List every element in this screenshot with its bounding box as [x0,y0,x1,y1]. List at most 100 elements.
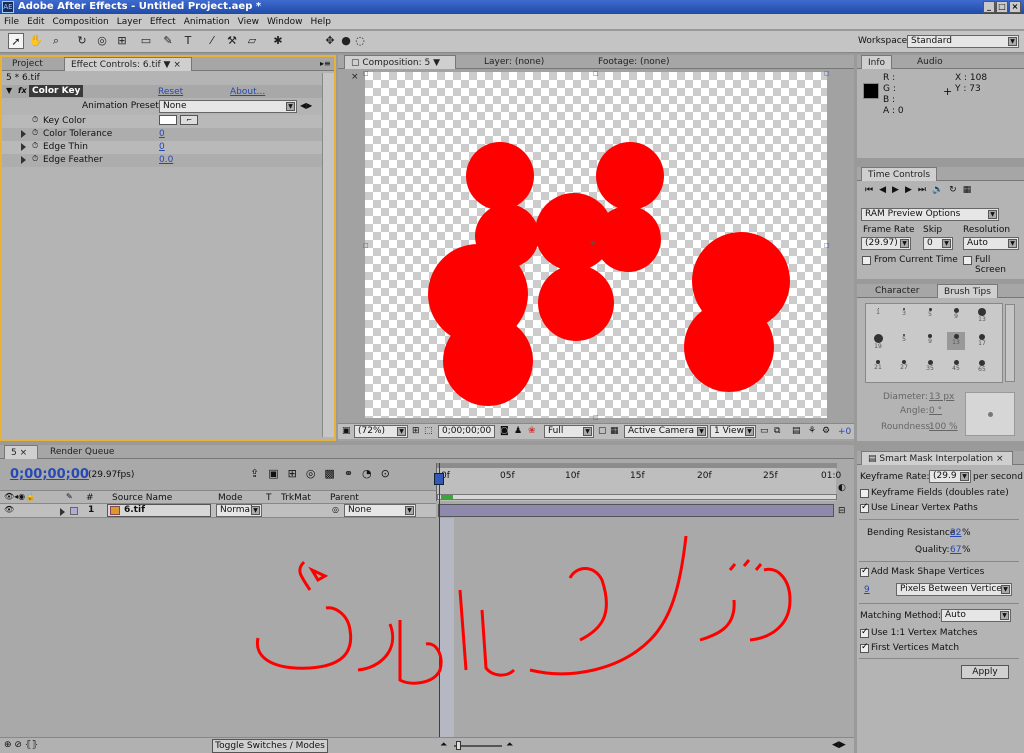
tab-time-controls[interactable]: Time Controls [861,167,938,181]
color-tolerance-value[interactable]: 0 [159,129,165,139]
layer-label-color[interactable] [70,507,78,515]
reset-exposure-icon[interactable]: ⚙ [822,426,830,436]
expand-triangle-icon[interactable] [60,507,65,516]
tab-info[interactable]: Info [861,55,893,69]
layer-duration-bar[interactable] [438,504,834,517]
orbit-camera-icon[interactable]: ◎ [94,33,110,49]
menu-layer[interactable]: Layer [113,14,146,30]
clone-stamp-icon[interactable]: ⚒ [224,33,240,49]
tab-composition[interactable]: ▢ Composition: 5 ▼ × [344,55,456,82]
brush-tip[interactable]: 21 [869,358,887,376]
current-time-indicator[interactable] [434,473,444,485]
brush-tip[interactable]: 13 [973,306,991,324]
menu-edit[interactable]: Edit [23,14,48,30]
anchor-point-icon[interactable]: ⌖ [590,238,596,249]
preset-nav-icon[interactable]: ◀▶ [300,101,312,110]
magnification-select[interactable]: (72%) ▼ [354,425,408,438]
tab-footage[interactable]: Footage: (none) [592,55,676,69]
channel-icon[interactable]: ❀ [528,426,536,436]
view-axis-icon[interactable]: ◌ [352,33,368,49]
fast-previews-icon[interactable]: ⧉ [774,426,780,436]
workspace-select[interactable]: Standard ▼ [907,35,1019,48]
expand-triangle-icon[interactable] [21,155,26,164]
quality-value[interactable]: 67 [950,545,961,555]
rotate-tool-icon[interactable]: ↻ [74,33,90,49]
reset-link[interactable]: Reset [158,87,183,97]
first-vertices-checkbox[interactable] [860,642,869,653]
playback-controls[interactable]: ⏮◀▶▶⏭🔊↻▦ [865,185,977,195]
scroll-arrow-icon[interactable]: ◀▶ [832,740,846,750]
region-of-interest-icon[interactable]: ▢ [598,426,607,436]
view-layout-select[interactable]: 1 View ▼ [710,425,756,438]
preview-resolution-select[interactable]: Auto ▼ [963,237,1019,250]
eraser-tool-icon[interactable]: ▱ [244,33,260,49]
menu-help[interactable]: Help [306,14,335,30]
resolution-select[interactable]: Full ▼ [544,425,594,438]
brush-tip[interactable]: 9 [921,332,939,350]
footer-panel-icons[interactable]: ⊕ ⊘ ⦃⦄ [4,740,38,750]
visibility-eye-icon[interactable]: 👁 [4,505,14,514]
label-icon[interactable]: ✎ [66,492,73,501]
layer-row[interactable]: 👁 1 6.tif Normal ▼ ◎ None ▼ [0,504,436,518]
zoom-out-icon[interactable]: ⏶ [440,740,447,750]
brush-tip[interactable]: 27 [895,358,913,376]
pick-whip-icon[interactable]: ◎ [332,505,339,514]
bounding-handle-icon[interactable]: □ [824,70,830,77]
pan-behind-icon[interactable]: ⊞ [114,33,130,49]
timeline-icon[interactable]: ▤ [792,426,801,436]
brush-tip[interactable]: 5 [895,332,913,350]
puppet-pin-icon[interactable]: ✱ [270,33,286,49]
parent-select[interactable]: None ▼ [344,504,416,517]
animation-presets-select[interactable]: None ▼ [159,100,297,113]
linear-vertex-checkbox[interactable] [860,502,869,513]
full-screen-checkbox[interactable] [963,256,972,265]
diameter-value[interactable]: 13 px [929,392,954,402]
work-area-track[interactable] [437,463,837,468]
tab-brush-tips[interactable]: Brush Tips [937,284,998,298]
timeline-switches-icons[interactable]: ⇪▣⊞◎▩⚭◔⊙ [250,467,399,480]
camera-select[interactable]: Active Camera ▼ [624,425,708,438]
stopwatch-icon[interactable]: ⏱ [32,141,38,151]
flowchart-icon[interactable]: ⚘ [808,426,816,436]
grid-icon[interactable]: ⊞ [412,426,420,436]
tab-character[interactable]: Character [869,284,925,298]
comp-button-icon[interactable]: ◐ [838,483,846,493]
brush-tip[interactable]: 65 [973,358,991,376]
rectangle-mask-icon[interactable]: ▭ [138,33,154,49]
timeline-timecode[interactable]: 0;00;00;00 [10,467,89,482]
zoom-slider[interactable] [454,745,502,747]
selection-tool-icon[interactable]: ➚ [8,33,24,49]
brush-tool-icon[interactable]: ⁄ [204,33,220,49]
bounding-handle-icon[interactable]: □ [363,70,369,77]
expand-triangle-icon[interactable] [21,142,26,151]
zoom-slider-handle[interactable] [456,741,461,750]
menu-effect[interactable]: Effect [146,14,180,30]
eyedropper-icon[interactable]: ⌐ [180,115,198,125]
key-color-swatch[interactable] [159,115,177,125]
blend-mode-select[interactable]: Normal ▼ [216,504,262,517]
brush-tip[interactable]: 17 [973,332,991,350]
from-current-checkbox[interactable] [862,256,871,265]
edge-feather-value[interactable]: 0.0 [159,155,173,165]
apply-button[interactable]: Apply [961,665,1009,679]
tab-render-queue[interactable]: Render Queue [44,445,120,459]
about-link[interactable]: About... [230,87,265,97]
effect-name[interactable]: Color Key [29,85,84,97]
brush-tip[interactable]: 3 [895,306,913,324]
frame-rate-select[interactable]: (29.97) ▼ [861,237,911,250]
panel-menu-icon[interactable]: ▸≡ [320,59,331,68]
angle-value[interactable]: 0 ° [929,406,942,416]
bending-value[interactable]: 32 [950,528,961,538]
work-area-bar[interactable] [437,494,837,500]
maximize-button[interactable]: □ [996,1,1008,13]
vertices-mode-select[interactable]: Pixels Between Vertices ▼ [896,583,1012,596]
menu-window[interactable]: Window [263,14,307,30]
show-snapshot-icon[interactable]: ♟ [514,426,522,436]
snapshot-icon[interactable]: ◙ [500,426,509,436]
axis-mode-icon[interactable]: ✥ [322,33,338,49]
stopwatch-icon[interactable]: ⏱ [32,115,38,125]
brush-tip[interactable]: 9 [947,306,965,324]
brush-tip[interactable]: 5 [921,306,939,324]
expand-triangle-icon[interactable] [21,129,26,138]
exposure-value[interactable]: +0 [838,427,851,437]
